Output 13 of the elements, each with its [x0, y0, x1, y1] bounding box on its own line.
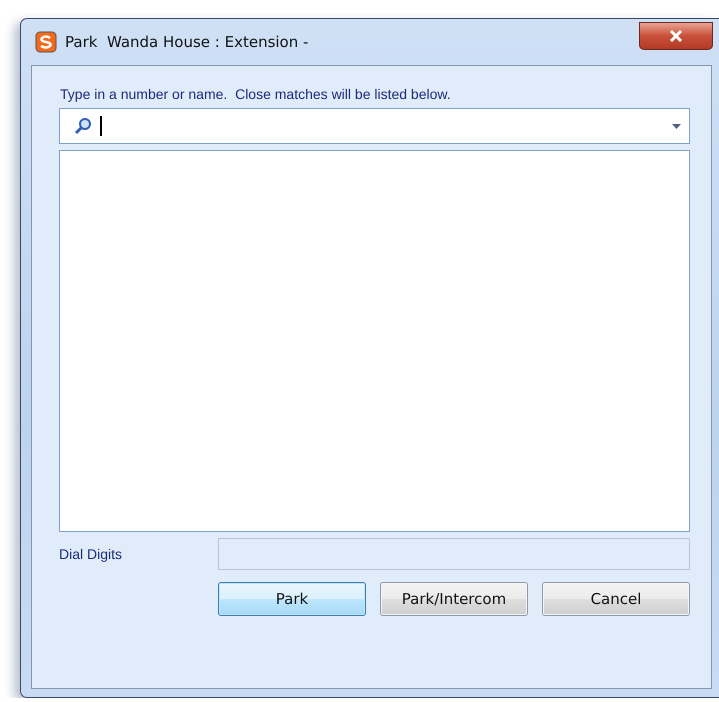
app-logo-icon	[35, 31, 57, 53]
search-icon	[74, 117, 92, 135]
search-field[interactable]	[59, 108, 690, 144]
text-cursor	[100, 116, 102, 136]
dialog-button[interactable]: Park	[218, 582, 366, 616]
close-button[interactable]	[639, 22, 713, 50]
dropdown-caret-icon[interactable]	[672, 124, 681, 128]
dialog-button[interactable]: Park/Intercom	[380, 582, 528, 616]
window-title: Park Wanda House : Extension -	[65, 33, 308, 51]
close-icon	[669, 30, 683, 42]
dialog-button[interactable]: Cancel	[542, 582, 690, 616]
instruction-text: Type in a number or name. Close matches will be listed below.	[60, 86, 452, 102]
dial-digits-label: Dial Digits	[59, 546, 124, 562]
